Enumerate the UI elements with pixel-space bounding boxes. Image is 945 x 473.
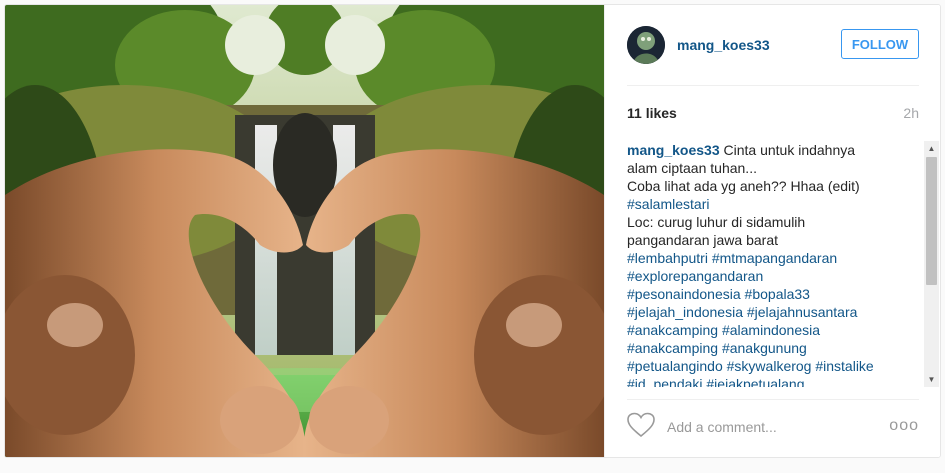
hashtag-link[interactable]: #explorepangandaran [627, 267, 913, 285]
hashtag-link[interactable]: #anakcamping #alamindonesia [627, 321, 913, 339]
hashtag-link[interactable]: #lembahputri #mtmapangandaran [627, 249, 913, 267]
waterfall-heart-hands-image [5, 5, 604, 457]
likes-count[interactable]: 11 likes [627, 105, 677, 121]
more-options-icon[interactable]: ooo [889, 417, 919, 435]
scroll-up-arrow-icon[interactable]: ▲ [924, 141, 939, 156]
scroll-down-arrow-icon[interactable]: ▼ [924, 372, 939, 387]
caption-line: pangandaran jawa barat [627, 232, 779, 248]
post-details-panel: mang_koes33 FOLLOW 11 likes 2h mang_koes… [604, 5, 940, 457]
caption-author-link[interactable]: mang_koes33 [627, 142, 720, 158]
username-link[interactable]: mang_koes33 [677, 37, 770, 53]
avatar-image [627, 26, 665, 64]
caption-line: Coba lihat ada yg aneh?? Hhaa (edit) [627, 178, 860, 194]
caption-text-segment: Cinta untuk indahnya [723, 142, 856, 158]
hashtag-link[interactable]: #anakcamping #anakgunung [627, 339, 913, 357]
caption-scrollbar[interactable]: ▲ ▼ [924, 141, 939, 387]
hashtag-link[interactable]: #jelajah_indonesia #jelajahnusantara [627, 303, 913, 321]
post-header: mang_koes33 FOLLOW [627, 5, 919, 86]
heart-icon[interactable] [627, 412, 655, 438]
caption-text: mang_koes33 Cinta untuk indahnya alam ci… [627, 141, 913, 387]
post-photo[interactable] [5, 5, 604, 457]
hashtag-link[interactable]: #salamlestari [627, 195, 913, 213]
avatar[interactable] [627, 26, 665, 64]
post-card: mang_koes33 FOLLOW 11 likes 2h mang_koes… [4, 4, 941, 458]
hashtag-link[interactable]: #petualangindo #skywalkerog #instalike [627, 357, 913, 375]
add-comment-input[interactable]: Add a comment... [667, 419, 777, 435]
caption-line: alam ciptaan tuhan... [627, 160, 757, 176]
caption-line-1: mang_koes33 Cinta untuk indahnya [627, 141, 913, 159]
scrollbar-thumb[interactable] [926, 157, 937, 285]
hashtag-link[interactable]: #pesonaindonesia #bopala33 [627, 285, 913, 303]
follow-button[interactable]: FOLLOW [841, 29, 919, 59]
comment-bar: Add a comment... ooo [627, 399, 919, 445]
caption-line: Loc: curug luhur di sidamulih [627, 214, 806, 230]
post-timestamp[interactable]: 2h [903, 105, 919, 121]
hashtag-link[interactable]: #id_pendaki #jejakpetualang [627, 375, 913, 387]
